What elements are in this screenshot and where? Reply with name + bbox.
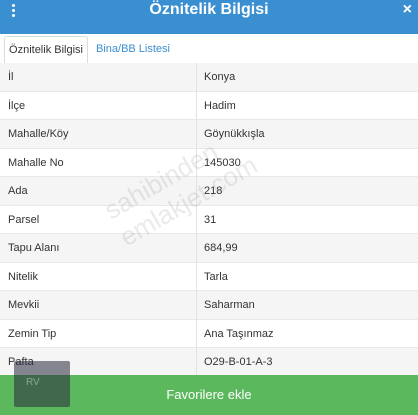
row-label: Mahalle No xyxy=(8,156,64,169)
table-row: İlçe Hadim xyxy=(0,91,418,120)
table-row: Nitelik Tarla xyxy=(0,262,418,291)
row-label: Parsel xyxy=(8,213,40,226)
table-row: Ada 218 xyxy=(0,177,418,206)
table-row: Parsel 31 xyxy=(0,205,418,234)
close-icon[interactable]: × xyxy=(403,0,412,20)
row-value: Saharman xyxy=(204,299,255,311)
table-row: Zemin Tip Ana Taşınmaz xyxy=(0,319,418,348)
row-label: Mevkii xyxy=(8,299,40,311)
row-value: Hadim xyxy=(204,99,236,112)
table-row: Tapu Alanı 684,99 xyxy=(0,234,418,263)
logo-icon: RV xyxy=(14,361,70,407)
row-label: İl xyxy=(8,71,14,83)
row-value: Ana Taşınmaz xyxy=(204,327,274,340)
page-title: Öznitelik Bilgisi xyxy=(149,1,269,18)
row-value: 218 xyxy=(204,185,223,197)
row-value: O29-B-01-A-3 xyxy=(204,356,273,368)
row-label: Ada xyxy=(8,185,28,197)
table-row: Mahalle No 145030 xyxy=(0,148,418,177)
attribute-table: İl Konya İlçe Hadim Mahalle/Köy Göynükkışla… xyxy=(0,63,418,377)
tab-building-list[interactable]: Bina/BB Listesi xyxy=(96,36,170,62)
row-value: 684,99 xyxy=(204,242,238,254)
column-divider xyxy=(196,63,197,376)
row-label: Mahalle/Köy xyxy=(8,128,69,140)
tab-bar: Öznitelik Bilgisi Bina/BB Listesi xyxy=(0,34,418,64)
table-row: Mahalle/Köy Göynükkışla xyxy=(0,120,418,149)
tab-attribute-info[interactable]: Öznitelik Bilgisi xyxy=(4,36,88,64)
row-value: 31 xyxy=(204,213,217,226)
table-row: İl Konya xyxy=(0,63,418,92)
row-label: Nitelik xyxy=(8,270,38,283)
row-label: Tapu Alanı xyxy=(8,242,60,254)
row-value: Göynükkışla xyxy=(204,128,265,140)
row-label: Zemin Tip xyxy=(8,327,57,340)
row-value: 145030 xyxy=(204,156,241,169)
row-value: Konya xyxy=(204,71,236,83)
table-row: Mevkii Saharman xyxy=(0,291,418,320)
row-value: Tarla xyxy=(204,270,228,283)
header-bar: Öznitelik Bilgisi × xyxy=(0,0,418,34)
row-label: İlçe xyxy=(8,99,26,112)
